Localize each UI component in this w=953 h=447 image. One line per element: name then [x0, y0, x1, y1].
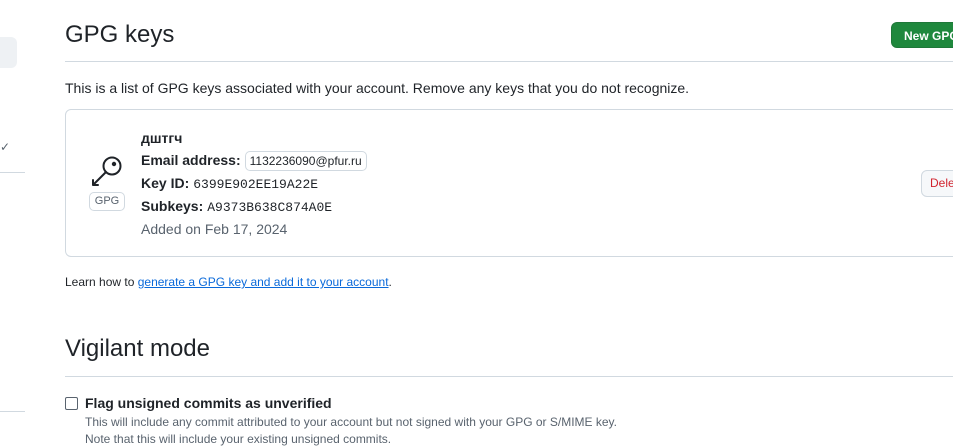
subkeys-row: Subkeys: A9373B638C874A0E [141, 198, 332, 215]
section-divider [65, 376, 953, 377]
vigilant-note-2: Note that this will include your existin… [85, 432, 392, 446]
subkeys-label: Subkeys: [141, 198, 204, 214]
learn-prefix: Learn how to [65, 275, 138, 289]
vigilant-note-1: This will include any commit attributed … [85, 415, 618, 429]
key-icon [92, 156, 122, 186]
key-id-label: Key ID: [141, 175, 190, 191]
email-label: Email address: [141, 152, 241, 168]
section-divider [65, 61, 953, 62]
email-row: Email address: 1132236090@pfur.ru [141, 151, 367, 171]
generate-gpg-key-link[interactable]: generate a GPG key and add it to your ac… [138, 275, 389, 289]
delete-key-button[interactable]: Delete [921, 170, 953, 197]
email-value: 1132236090@pfur.ru [244, 151, 367, 171]
learn-suffix: . [388, 275, 392, 289]
sidebar-active-item[interactable] [0, 37, 17, 68]
added-date: Added on Feb 17, 2024 [141, 221, 288, 237]
key-id-value: 6399E902EE19A22E [193, 177, 319, 192]
gpg-badge: GPG [89, 192, 125, 211]
check-icon: ✓ [0, 140, 11, 154]
flag-unsigned-label[interactable]: Flag unsigned commits as unverified [85, 395, 332, 411]
flag-unsigned-checkbox[interactable] [65, 397, 78, 410]
subkeys-value: A9373B638C874A0E [207, 200, 333, 215]
key-id-row: Key ID: 6399E902EE19A22E [141, 175, 318, 192]
sidebar-divider [0, 172, 25, 173]
settings-sidebar: ✓ [0, 0, 25, 447]
vigilant-mode-title: Vigilant mode [65, 335, 210, 362]
key-name: дштгч [141, 130, 183, 146]
sidebar-divider [0, 411, 25, 412]
learn-more-text: Learn how to generate a GPG key and add … [65, 275, 392, 289]
gpg-keys-description: This is a list of GPG keys associated wi… [65, 80, 690, 96]
gpg-keys-title: GPG keys [65, 21, 175, 48]
new-gpg-key-button[interactable]: New GPG key [891, 22, 953, 48]
